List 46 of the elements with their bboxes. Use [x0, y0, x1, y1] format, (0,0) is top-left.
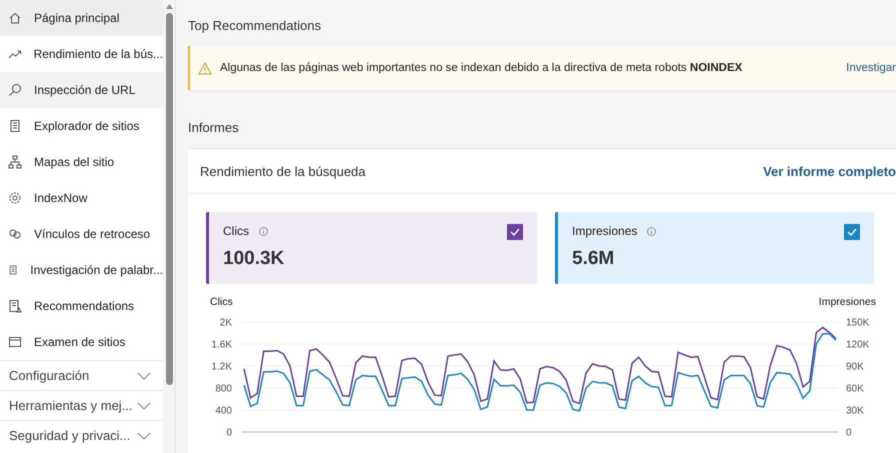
metric-label: Impresiones: [572, 224, 638, 238]
y-tick-label: 1.2K: [211, 362, 232, 372]
info-icon: [259, 226, 268, 236]
metric-checkbox[interactable]: [844, 224, 860, 240]
check-icon: [510, 228, 520, 236]
alert-text: Algunas de las páginas web importantes no se indexan debido a la directiva de meta robots NOINDEX: [220, 62, 744, 74]
y-tick-label: 90K: [846, 362, 864, 372]
window-icon: [8, 335, 22, 349]
document-icon: [8, 263, 18, 277]
y-tick-label: 150K: [846, 318, 870, 328]
axis-title: Impresiones: [818, 296, 876, 308]
card-title: Rendimiento de la búsqueda: [200, 164, 366, 178]
y-tick-label: 400: [215, 406, 232, 416]
y-tick-label: 120K: [846, 340, 870, 350]
metric-tile[interactable]: Clics 100.3K: [206, 212, 537, 284]
report-icon: [8, 299, 22, 313]
sidebar-item[interactable]: Inspección de URL: [0, 72, 163, 108]
scroll-up-icon[interactable]: [166, 4, 172, 9]
y-tick-label: 0: [846, 428, 852, 438]
y-tick-label: 0: [226, 428, 232, 438]
sitemap-icon: [8, 155, 22, 169]
y-tick-label: 2K: [220, 318, 232, 328]
metric-tile[interactable]: Impresiones 5.6M: [555, 212, 874, 284]
section-title: Informes: [188, 120, 240, 137]
investigate-link[interactable]: Investigar: [846, 62, 896, 74]
metric-value: 100.3K: [223, 248, 284, 270]
search-icon: [8, 83, 22, 97]
full-report-link[interactable]: Ver informe completo: [763, 164, 896, 178]
y-tick-label: 60K: [846, 384, 864, 394]
check-icon: [847, 228, 857, 236]
scrollbar-thumb[interactable]: [166, 13, 172, 385]
info-icon: [647, 226, 656, 236]
warning-icon: [198, 62, 212, 74]
metric-value: 5.6M: [572, 248, 616, 270]
document-icon: [8, 119, 22, 133]
metric-checkbox[interactable]: [507, 224, 523, 240]
gear-icon: [8, 191, 22, 205]
section-title: Top Recommendations: [188, 18, 322, 35]
link-icon: [8, 227, 22, 241]
y-tick-label: 800: [215, 384, 232, 394]
sidebar-item[interactable]: Página principal: [0, 0, 163, 36]
y-tick-label: 30K: [846, 406, 864, 416]
axis-title: Clics: [210, 296, 233, 308]
home-icon: [8, 11, 22, 25]
metric-label: Clics: [223, 224, 249, 238]
y-tick-label: 1.6K: [211, 340, 232, 350]
